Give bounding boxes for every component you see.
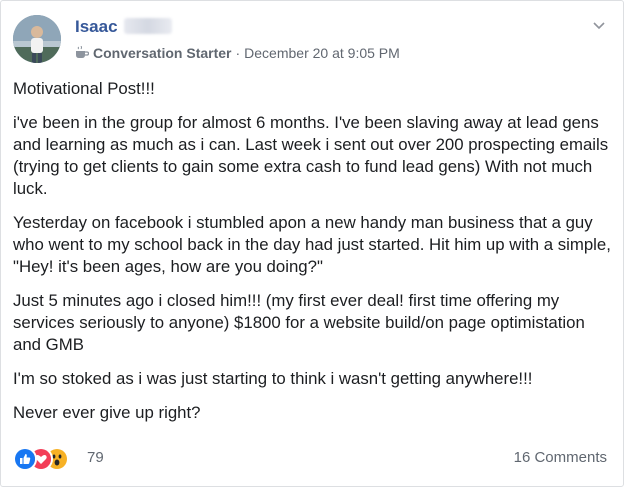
coffee-cup-icon <box>75 45 90 62</box>
post-header: Isaac Conversation Starter · December 20 a… <box>13 13 613 63</box>
post-paragraph: i've been in the group for almost 6 mont… <box>13 113 609 198</box>
author-name[interactable]: Isaac <box>75 17 172 37</box>
post-paragraph: Motivational Post!!! <box>13 79 155 98</box>
like-icon <box>13 447 37 471</box>
reaction-count[interactable]: 79 <box>87 449 104 466</box>
post-paragraph: Yesterday on facebook i stumbled apon a … <box>13 213 611 276</box>
post-paragraph: Never ever give up right? <box>13 403 201 422</box>
post-meta: Conversation Starter · December 20 at 9:05… <box>75 45 400 62</box>
post-footer: 79 16 Comments <box>13 444 613 474</box>
author-name-text[interactable]: Isaac <box>75 17 118 36</box>
comments-link[interactable]: 16 Comments <box>514 449 607 466</box>
chevron-down-icon[interactable] <box>591 19 607 31</box>
avatar[interactable] <box>13 15 61 63</box>
post-body: Motivational Post!!! i've been in the gr… <box>13 78 613 436</box>
post-timestamp[interactable]: December 20 at 9:05 PM <box>244 45 400 61</box>
member-badge[interactable]: Conversation Starter <box>93 45 231 61</box>
post-card: Isaac Conversation Starter · December 20 a… <box>0 0 624 487</box>
post-paragraph: Just 5 minutes ago i closed him!!! (my f… <box>13 291 585 354</box>
post-paragraph: I'm so stoked as i was just starting to … <box>13 369 533 388</box>
blurred-surname <box>123 18 172 34</box>
meta-separator: · <box>235 45 241 61</box>
